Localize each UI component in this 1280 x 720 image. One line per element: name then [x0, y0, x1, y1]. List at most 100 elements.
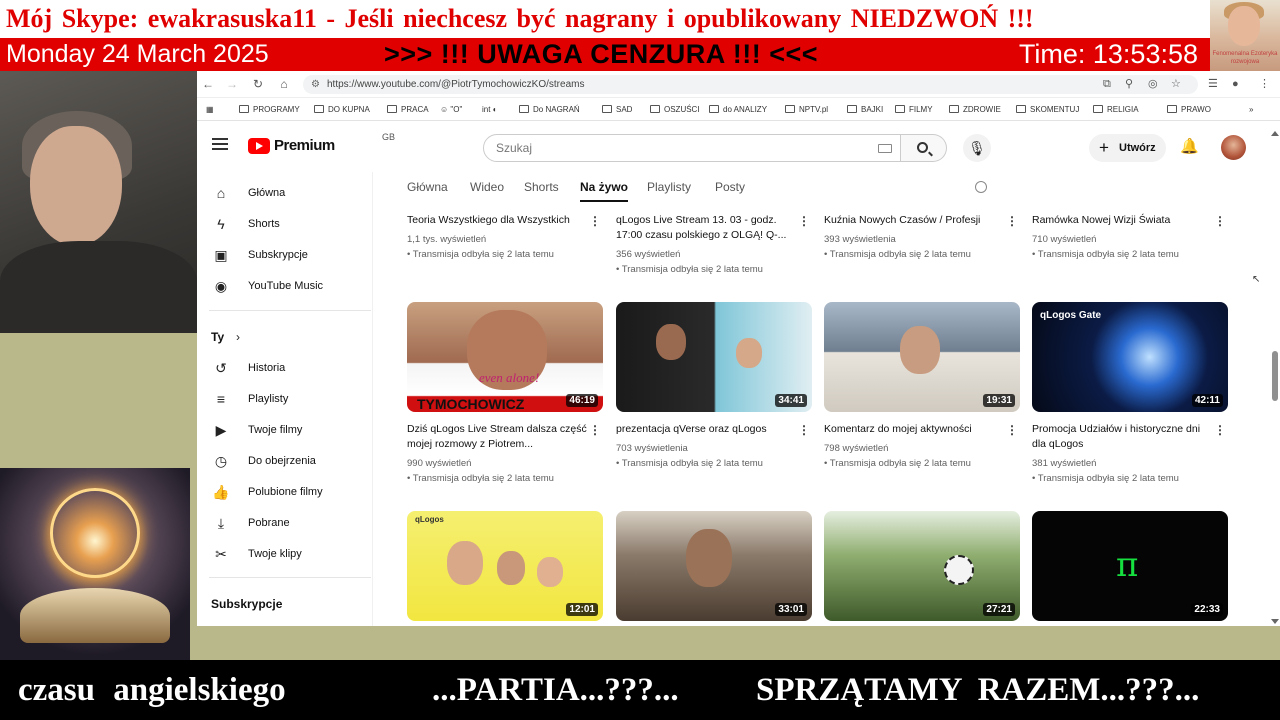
- sidebar-item-history[interactable]: ↺ Historia: [197, 353, 373, 384]
- search-input[interactable]: Szukaj: [483, 134, 901, 162]
- video-thumbnail[interactable]: 27:21: [824, 511, 1020, 621]
- hamburger-menu-icon[interactable]: [212, 138, 228, 150]
- forward-icon[interactable]: →: [225, 77, 239, 91]
- folder-icon: [1167, 105, 1177, 113]
- apps-icon[interactable]: ▦: [206, 99, 214, 121]
- video-thumbnail[interactable]: π 22:33: [1032, 511, 1228, 621]
- sidebar-item-shorts[interactable]: ϟ Shorts: [197, 209, 373, 240]
- tab-posts[interactable]: Posty: [715, 172, 745, 202]
- reading-list-icon[interactable]: ☰: [1208, 75, 1218, 94]
- video-title[interactable]: Ramówka Nowej Wizji Świata: [1032, 213, 1212, 228]
- profile-icon[interactable]: ●: [1232, 75, 1239, 94]
- create-label: Utwórz: [1119, 142, 1156, 154]
- thumbnail-text: qLogos Gate: [1040, 310, 1102, 321]
- bookmark-folder[interactable]: RELIGIA: [1093, 99, 1139, 121]
- more-options-icon[interactable]: ⋮: [1006, 423, 1018, 437]
- video-title[interactable]: Kuźnia Nowych Czasów / Profesji: [824, 213, 1004, 228]
- download-icon: ⤓: [217, 515, 225, 531]
- sidebar-item-watch-later[interactable]: ◷ Do obejrzenia: [197, 446, 373, 477]
- video-title[interactable]: Teoria Wszystkiego dla Wszystkich: [407, 213, 587, 228]
- sidebar-item-downloads[interactable]: ⤓ Pobrane: [197, 508, 373, 539]
- video-thumbnail[interactable]: 19:31: [824, 302, 1020, 412]
- more-options-icon[interactable]: ⋮: [1214, 423, 1226, 437]
- microphone-icon[interactable]: 🎙: [963, 134, 991, 162]
- more-bookmarks-icon[interactable]: »: [1249, 99, 1253, 121]
- bookmark-folder[interactable]: NPTV.pl: [785, 99, 828, 121]
- bookmark-folder[interactable]: do ANALIZY: [709, 99, 767, 121]
- tab-playlists[interactable]: Playlisty: [647, 172, 691, 202]
- more-options-icon[interactable]: ⋮: [1214, 214, 1226, 228]
- scroll-up-icon[interactable]: [1271, 131, 1279, 136]
- account-avatar[interactable]: [1221, 135, 1246, 160]
- bookmarks-bar: ▦ PROGRAMY DO KUPNA PRACA ☺ "O" int ◐ Do…: [197, 99, 1280, 121]
- more-options-icon[interactable]: ⋮: [589, 423, 601, 437]
- bookmark-folder[interactable]: PROGRAMY: [239, 99, 300, 121]
- bookmark-folder[interactable]: PRACA: [387, 99, 429, 121]
- int-icon[interactable]: int ◐: [482, 99, 498, 121]
- notifications-bell-icon[interactable]: 🔔: [1180, 138, 1199, 156]
- bookmark-folder[interactable]: SKOMENTUJ: [1016, 99, 1079, 121]
- logo-caption: Fenomenalna Ezoteryka rozwojowa: [1212, 51, 1278, 65]
- home-icon[interactable]: ⌂: [277, 77, 291, 91]
- video-thumbnail[interactable]: qLogos 12:01: [407, 511, 603, 621]
- page-scrollbar[interactable]: [1270, 131, 1280, 626]
- bookmark-folder[interactable]: DO KUPNA: [314, 99, 370, 121]
- tab-home[interactable]: Główna: [407, 172, 448, 202]
- video-thumbnail[interactable]: 33:01: [616, 511, 812, 621]
- url-field[interactable]: ⚙ https://www.youtube.com/@PiotrTymochow…: [303, 75, 1198, 94]
- search-button[interactable]: [901, 134, 947, 162]
- scroll-down-icon[interactable]: [1271, 619, 1279, 624]
- search-placeholder: Szukaj: [496, 141, 533, 155]
- info-banner: Monday 24 March 2025 >>> !!! UWAGA CENZU…: [0, 38, 1210, 71]
- bookmark-folder[interactable]: OSZUŚCI: [650, 99, 700, 121]
- video-title[interactable]: qLogos Live Stream 13. 03 - godz. 17:00 …: [616, 213, 796, 243]
- tab-videos[interactable]: Wideo: [470, 172, 504, 202]
- back-icon[interactable]: ←: [201, 77, 215, 91]
- install-icon[interactable]: ⧉: [1103, 75, 1111, 94]
- tab-live[interactable]: Na żywo: [580, 172, 629, 202]
- sidebar-you-heading[interactable]: Ty ›: [197, 322, 373, 353]
- censorship-warning: >>> !!! UWAGA CENZURA !!! <<<: [384, 39, 819, 69]
- sidebar-item-playlists[interactable]: ≡ Playlisty: [197, 384, 373, 415]
- sidebar-item-home[interactable]: ⌂ Główna: [197, 178, 373, 209]
- video-thumbnail[interactable]: even alone! TYMOCHOWICZ 46:19: [407, 302, 603, 412]
- folder-icon: [239, 105, 249, 113]
- bookmark-folder[interactable]: SAD: [602, 99, 632, 121]
- bookmark-link[interactable]: ☺ "O": [440, 99, 462, 121]
- more-options-icon[interactable]: ⋮: [798, 423, 810, 437]
- sidebar-item-your-videos[interactable]: ▶ Twoje filmy: [197, 415, 373, 446]
- bookmark-folder[interactable]: Do NAGRAŃ: [519, 99, 580, 121]
- more-options-icon[interactable]: ⋮: [1006, 214, 1018, 228]
- keyboard-icon[interactable]: [878, 144, 892, 153]
- browser-menu-icon[interactable]: ⋮: [1259, 75, 1270, 94]
- bookmark-folder[interactable]: ZDROWIE: [949, 99, 1001, 121]
- tab-shorts[interactable]: Shorts: [524, 172, 559, 202]
- zoom-icon[interactable]: ⚲: [1125, 75, 1133, 94]
- sidebar-item-youtube-music[interactable]: ◉ YouTube Music: [197, 271, 373, 302]
- more-options-icon[interactable]: ⋮: [589, 214, 601, 228]
- site-info-icon[interactable]: ⚙: [311, 75, 320, 94]
- scroll-thumb[interactable]: [1272, 351, 1278, 401]
- eye-off-icon[interactable]: ◎: [1148, 75, 1158, 94]
- reload-icon[interactable]: ↻: [251, 77, 265, 91]
- stream-date: • Transmisja odbyła się 2 lata temu: [616, 264, 763, 275]
- video-thumbnail[interactable]: 34:41: [616, 302, 812, 412]
- shorts-icon: ϟ: [217, 216, 225, 232]
- video-title[interactable]: prezentacja qVerse oraz qLogos: [616, 422, 796, 437]
- bookmark-folder[interactable]: FILMY: [895, 99, 933, 121]
- sidebar-item-subscriptions[interactable]: ▣ Subskrypcje: [197, 240, 373, 271]
- video-title[interactable]: Komentarz do mojej aktywności: [824, 422, 1004, 437]
- video-title[interactable]: Promocja Udziałów i historyczne dni dla …: [1032, 422, 1212, 452]
- create-button[interactable]: + Utwórz: [1089, 134, 1166, 162]
- sidebar-item-liked-videos[interactable]: 👍 Polubione filmy: [197, 477, 373, 508]
- channel-search-icon[interactable]: [975, 181, 987, 193]
- bookmark-folder[interactable]: BAJKI: [847, 99, 883, 121]
- folder-icon: [949, 105, 959, 113]
- bookmark-folder[interactable]: PRAWO: [1167, 99, 1211, 121]
- sidebar-item-your-clips[interactable]: ✂ Twoje klipy: [197, 539, 373, 570]
- bookmark-star-icon[interactable]: ☆: [1171, 75, 1181, 94]
- video-thumbnail[interactable]: qLogos Gate 42:11: [1032, 302, 1228, 412]
- date-label: Monday 24 March 2025: [6, 40, 269, 68]
- more-options-icon[interactable]: ⋮: [798, 214, 810, 228]
- video-title[interactable]: Dziś qLogos Live Stream dalsza część moj…: [407, 422, 587, 452]
